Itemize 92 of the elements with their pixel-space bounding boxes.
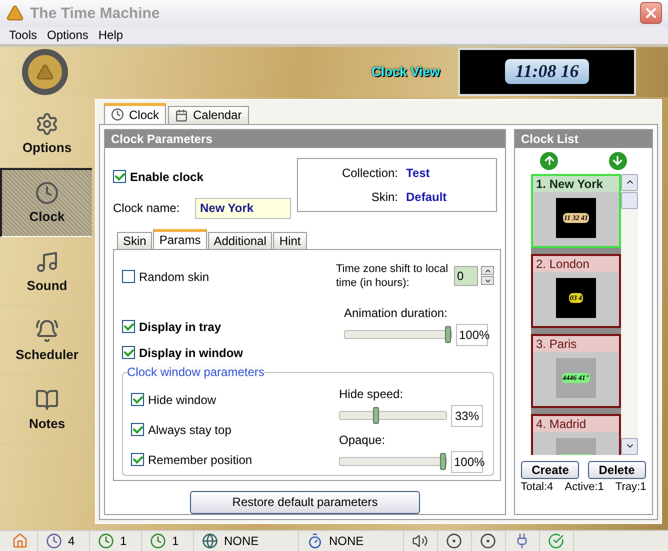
restore-defaults-button[interactable]: Restore default parameters — [190, 490, 420, 514]
app-icon — [6, 4, 24, 22]
panel-header: Clock Parameters — [105, 130, 505, 148]
sidebar-label: Notes — [28, 416, 66, 432]
tab[interactable]: Params — [153, 228, 207, 249]
checkbox[interactable] — [122, 320, 135, 334]
clock-time: 11:08 16 — [505, 59, 589, 84]
count-label: Total:4 — [520, 480, 554, 493]
close-button[interactable] — [640, 2, 662, 24]
list-button[interactable]: Delete — [588, 460, 646, 479]
sidebar-label: Sound — [26, 278, 68, 294]
menu-item[interactable]: Options — [42, 28, 94, 42]
checkbox[interactable] — [131, 453, 144, 466]
tab[interactable]: Skin — [117, 232, 152, 249]
status-text: NONE — [224, 534, 259, 548]
info-label: Collection: — [340, 166, 398, 180]
checkbox[interactable] — [131, 393, 144, 406]
checkbox-label: Enable clock — [130, 170, 204, 184]
slider-thumb[interactable] — [445, 326, 451, 344]
scroll-thumb[interactable] — [621, 192, 638, 209]
sidebar-item[interactable]: Scheduler — [0, 306, 92, 375]
slider-label: Animation duration: — [344, 306, 448, 320]
status-text: 1 — [120, 534, 127, 548]
record-icon[interactable] — [446, 532, 462, 549]
timezone-label: Time zone shift to local time (in hours): — [336, 262, 450, 290]
menu-item[interactable]: Tools — [4, 28, 42, 42]
clock-icon — [111, 108, 124, 122]
checkbox[interactable] — [122, 270, 135, 284]
checkbox-label: Always stay top — [148, 422, 232, 437]
sidebar-label: Options — [22, 140, 72, 156]
music-icon — [35, 250, 59, 274]
tab[interactable]: Hint — [273, 232, 307, 249]
group-title: Clock window parameters — [127, 364, 264, 379]
status-text: 4 — [68, 534, 75, 548]
tab[interactable]: Calendar — [168, 106, 249, 124]
checkbox-label: Random skin — [139, 270, 210, 284]
window-title: The Time Machine — [30, 4, 161, 22]
list-button[interactable]: Create — [521, 460, 580, 479]
info-label: Skin: — [370, 190, 398, 204]
slider-reading: 100% — [451, 450, 483, 473]
count-label: Active:1 — [564, 480, 604, 493]
timezone-field[interactable]: 0 — [454, 266, 478, 286]
slider-reading: 100% — [456, 324, 488, 346]
checkbox-label: Display in window — [139, 346, 244, 360]
sidebar-item[interactable]: Sound — [0, 236, 92, 306]
slider-thumb[interactable] — [440, 453, 446, 470]
logo-icon — [22, 48, 68, 95]
clock-icon — [35, 181, 59, 206]
menu-item[interactable]: Help — [93, 28, 128, 42]
scrollbar[interactable] — [621, 174, 638, 455]
spin-down-button[interactable] — [481, 276, 494, 286]
clock-icon[interactable] — [98, 532, 114, 549]
count-label: Tray:1 — [615, 480, 646, 493]
status-text: 1 — [172, 534, 179, 548]
panel-header: Clock List — [515, 130, 652, 148]
checkbox-label: Hide window — [148, 392, 216, 407]
sidebar-label: Scheduler — [16, 347, 78, 362]
home-icon[interactable] — [12, 532, 28, 549]
checkbox-label: Display in tray — [139, 320, 222, 334]
spin-up-button[interactable] — [481, 266, 494, 276]
scroll-up-button[interactable] — [621, 174, 638, 191]
checkbox-label: Remember position — [148, 452, 252, 467]
sidebar-item[interactable]: Clock — [0, 168, 92, 237]
status-text: NONE — [329, 534, 364, 548]
globe-icon[interactable] — [202, 532, 218, 549]
tab[interactable]: Additional — [208, 232, 272, 249]
bell-icon — [35, 319, 59, 344]
info-value: Test — [406, 166, 431, 180]
sidebar-label: Clock — [29, 209, 65, 224]
field-label: Clock name: — [113, 201, 181, 216]
gear-icon — [35, 112, 59, 136]
clock-name-field[interactable]: New York — [195, 198, 291, 219]
slider-label: Hide speed: — [339, 386, 404, 401]
checkbox[interactable] — [113, 170, 126, 184]
record-icon[interactable] — [480, 532, 496, 549]
info-value: Default — [406, 190, 448, 204]
clock-icon[interactable] — [46, 532, 62, 549]
slider-label: Opaque: — [339, 432, 386, 447]
view-label: Clock View — [372, 64, 440, 80]
clock-list-item[interactable]: 4. Madrid — [531, 414, 621, 455]
checkbox[interactable] — [122, 346, 135, 360]
timer-icon[interactable] — [307, 532, 323, 549]
clock-icon[interactable] — [150, 532, 166, 549]
checkbox[interactable] — [131, 423, 144, 436]
book-icon — [35, 388, 59, 412]
calendar-icon — [175, 108, 188, 122]
check-icon[interactable] — [548, 532, 564, 549]
slider-reading: 33% — [451, 404, 483, 427]
tab[interactable]: Clock — [104, 102, 166, 124]
slider-thumb[interactable] — [373, 407, 379, 424]
speaker-icon[interactable] — [412, 532, 428, 549]
sidebar-item[interactable]: Notes — [0, 374, 92, 444]
